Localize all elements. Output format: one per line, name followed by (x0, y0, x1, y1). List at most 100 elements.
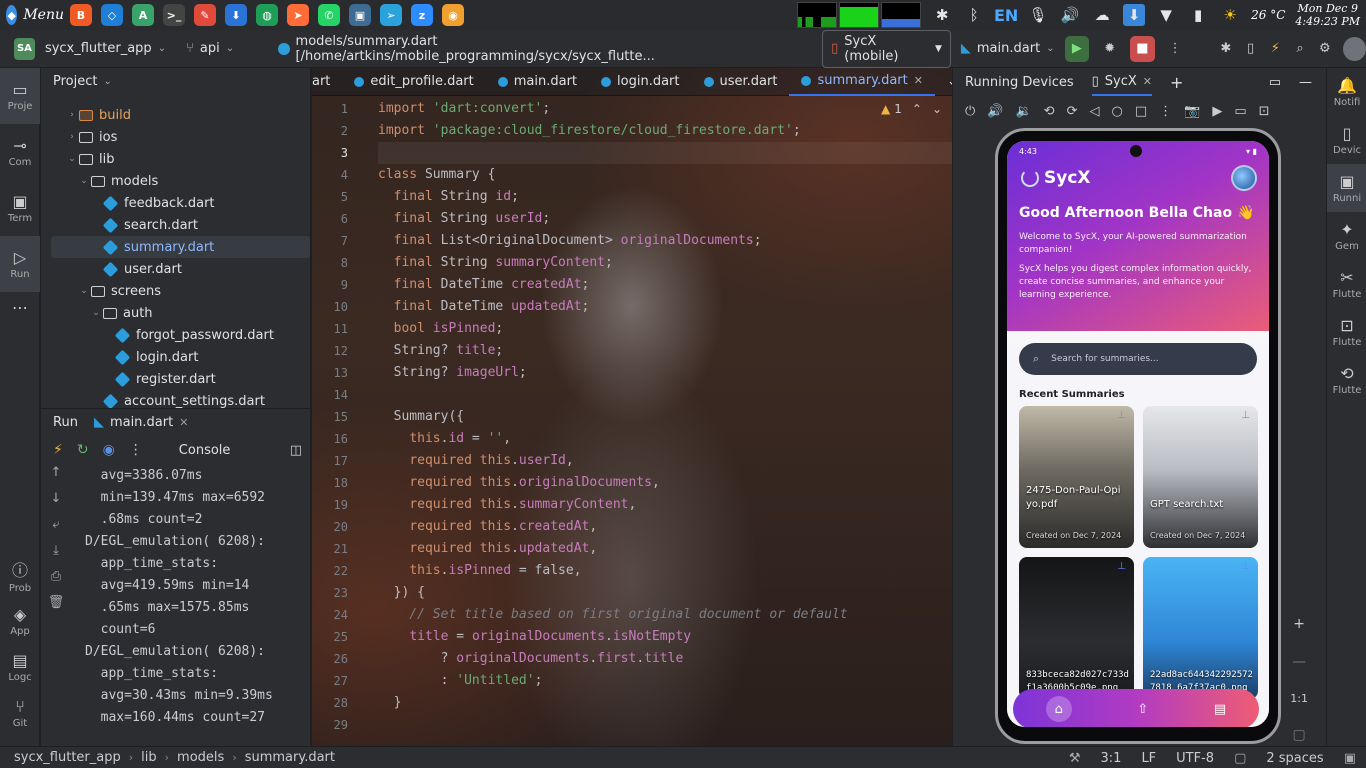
home-icon[interactable]: ○ (1111, 104, 1122, 119)
code-line[interactable]: required this.summaryContent, (378, 494, 952, 516)
project-badge[interactable]: SA (14, 37, 35, 60)
more-actions-icon[interactable]: ⋮ (1163, 36, 1188, 62)
volume-down-icon[interactable]: 🔉 (1015, 104, 1031, 119)
branch-selector[interactable]: ⑂ api ⌄ (176, 41, 244, 56)
code-line[interactable]: bool isPinned; (378, 318, 952, 340)
pin-icon[interactable]: ⊥ (1117, 561, 1126, 572)
indent-setting[interactable]: 2 spaces (1266, 751, 1323, 766)
tree-item[interactable]: account_settings.dart (41, 390, 310, 408)
notifications-tool-button[interactable]: 🔔 Notifi (1327, 68, 1366, 116)
code-line[interactable]: title = originalDocuments.isNotEmpty (378, 626, 952, 648)
expand-arrow-icon[interactable]: ⌄ (77, 286, 91, 296)
account-avatar[interactable] (1343, 36, 1366, 61)
screenshot-icon[interactable]: 📷 (1184, 104, 1200, 119)
close-icon[interactable]: ✕ (179, 416, 188, 429)
gemini-tool-button[interactable]: ✦ Gem (1327, 212, 1366, 260)
summary-card[interactable]: ⊥ GPT search.txt Created on Dec 7, 2024 (1143, 406, 1258, 548)
code-line[interactable] (378, 714, 952, 736)
editor-tab[interactable]: user.dart (692, 68, 790, 96)
run-button[interactable]: ▶ (1064, 35, 1090, 62)
code-line[interactable]: class Summary { (378, 164, 952, 186)
phone-screen[interactable]: 4:43 ▾ ▮ SycX Good Afternoon Bella Chao … (1007, 141, 1269, 727)
tree-item[interactable]: register.dart (41, 368, 310, 390)
weather-icon[interactable]: ☀ (1219, 4, 1241, 26)
code-line[interactable]: required this.originalDocuments, (378, 472, 952, 494)
run-tab[interactable]: Run (53, 415, 78, 430)
tree-item[interactable]: › build (41, 104, 310, 126)
tree-item[interactable]: search.dart (41, 214, 310, 236)
close-icon[interactable]: ✕ (1143, 75, 1152, 88)
trash-icon[interactable]: 🗑 (41, 595, 71, 621)
tree-item[interactable]: login.dart (41, 346, 310, 368)
print-icon[interactable]: ⎙ (41, 569, 71, 595)
rotate-right-icon[interactable]: ⟳ (1067, 104, 1078, 119)
code-line[interactable]: final DateTime createdAt; (378, 274, 952, 296)
virtualbox-icon[interactable]: ▣ (349, 4, 371, 26)
git-tool-button[interactable]: ⑂ Git (0, 690, 40, 736)
upload-nav-icon[interactable]: ⇧ (1137, 702, 1148, 717)
summary-card[interactable]: ⊥ 2475-Don-Paul-Opiyo.pdf Created on Dec… (1019, 406, 1134, 548)
tree-item[interactable]: user.dart (41, 258, 310, 280)
settings-icon[interactable]: ⚙ (1312, 36, 1337, 62)
logcat-tool-button[interactable]: ▤ Logc (0, 644, 40, 690)
more-tools-icon[interactable]: ⋯ (0, 292, 40, 322)
arrow-down-icon[interactable]: ↓ (41, 491, 71, 517)
summary-card[interactable]: ⊥ 22ad8ac6443422925727818 6a7f37ac0.png (1143, 557, 1258, 699)
current-file-path[interactable]: models/summary.dart [/home/artkins/mobil… (268, 34, 786, 64)
settings-gear-icon[interactable]: ✱ (931, 4, 953, 26)
zoom-icon[interactable]: z (411, 4, 433, 26)
layout-icon[interactable]: ◫ (290, 443, 302, 458)
more-tabs-icon[interactable]: ⌄ ⋮ (935, 68, 952, 96)
layout-icon[interactable]: ▭ (1269, 75, 1281, 90)
expand-arrow-icon[interactable]: ⌄ (65, 154, 79, 164)
readonly-toggle-icon[interactable]: ▢ (1234, 751, 1246, 766)
user-avatar[interactable] (1231, 165, 1257, 191)
code-line[interactable]: required this.updatedAt, (378, 538, 952, 560)
stop-button[interactable]: ■ (1130, 35, 1155, 62)
project-panel-header[interactable]: Project ⌄ (41, 68, 310, 94)
record-icon[interactable]: ▶ (1212, 104, 1222, 119)
minimize-icon[interactable]: — (1299, 75, 1312, 90)
pin-icon[interactable]: ⊥ (1241, 561, 1250, 572)
code-area[interactable]: import 'dart:convert'; import 'package:cl… (378, 98, 952, 736)
terminal-tool-button[interactable]: ▣ Term (0, 180, 40, 236)
code-line[interactable]: final DateTime updatedAt; (378, 296, 952, 318)
android-studio-icon[interactable]: A (132, 4, 154, 26)
console-output[interactable]: avg=3386.07ms min=139.47ms max=6592 .68m… (85, 465, 304, 729)
breadcrumb-item[interactable]: sycx_flutter_app (14, 750, 121, 765)
project-selector[interactable]: sycx_flutter_app ⌄ (35, 41, 176, 56)
overview-icon[interactable]: □ (1135, 104, 1147, 119)
code-line[interactable]: final String userId; (378, 208, 952, 230)
vscode-icon[interactable]: ◇ (101, 4, 123, 26)
app-quality-tool-button[interactable]: ◈ App (0, 598, 40, 644)
power-icon[interactable]: ⏻ (965, 104, 975, 119)
editor-tab[interactable]: summary.dart ✕ (789, 68, 935, 96)
library-nav-icon[interactable]: ▤ (1214, 702, 1226, 717)
code-line[interactable]: final List<OriginalDocument> originalDoc… (378, 230, 952, 252)
hot-reload-icon[interactable]: ⚡ (1263, 36, 1288, 62)
problems-tool-button[interactable]: ⓘ Prob (0, 552, 40, 598)
code-line[interactable] (378, 384, 952, 406)
code-line[interactable] (378, 142, 952, 164)
text-editor-icon[interactable]: ✎ (194, 4, 216, 26)
editor-tab[interactable]: login.dart (589, 68, 691, 96)
clock[interactable]: Mon Dec 9 4:49:23 PM (1295, 2, 1360, 28)
editor-tab[interactable]: edit_profile.dart (342, 68, 485, 96)
scroll-to-end-icon[interactable]: ⤓ (41, 543, 71, 569)
expand-arrow-icon[interactable]: ⌄ (77, 176, 91, 186)
editor-tab[interactable]: main.dart (486, 68, 589, 96)
layout-inspector-icon[interactable]: ⊡ (1259, 104, 1270, 119)
soft-wrap-icon[interactable]: ⤶ (41, 517, 71, 543)
download-icon[interactable]: ⬇ (1123, 4, 1146, 26)
code-line[interactable]: this.id = '', (378, 428, 952, 450)
tree-item[interactable]: ⌄ models (41, 170, 310, 192)
code-line[interactable]: ? originalDocuments.first.title (378, 648, 952, 670)
zoom-out-icon[interactable]: — (1292, 654, 1306, 670)
tree-item[interactable]: ⌄ lib (41, 148, 310, 170)
tree-item[interactable]: ⌄ screens (41, 280, 310, 302)
project-tool-button[interactable]: ▭ Proje (0, 68, 40, 124)
editor-tab[interactable]: art (312, 68, 342, 96)
code-line[interactable]: import 'package:cloud_firestore/cloud_fi… (378, 120, 952, 142)
os-menu-button[interactable]: ◆ Menu (0, 5, 64, 25)
flutter-inspector-tool-button[interactable]: ✂ Flutte (1327, 260, 1366, 308)
